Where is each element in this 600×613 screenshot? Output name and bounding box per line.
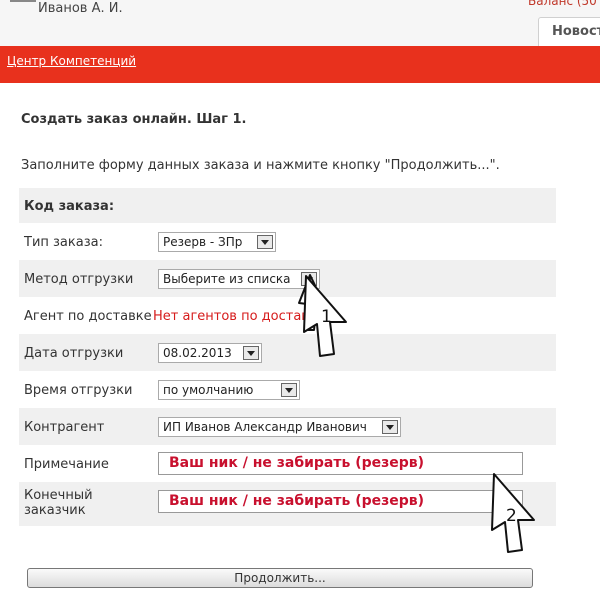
balance-link[interactable]: Баланс (50 (528, 0, 597, 8)
note-input[interactable]: Ваш ник / не забирать (резерв) (158, 452, 523, 475)
chevron-down-icon[interactable] (243, 346, 259, 360)
end-customer-label: Конечный заказчик (24, 488, 93, 518)
callout-2-label: 2 (506, 506, 517, 526)
nav-bar: Центр Компетенций (0, 46, 600, 83)
counterparty-value: ИП Иванов Александр Иванович (163, 420, 367, 434)
shipping-time-value: по умолчанию (163, 383, 254, 397)
shipping-date-value: 08.02.2013 (163, 346, 232, 360)
user-name: Иванов А. И. (38, 1, 123, 16)
section-header-row: Код заказа: (19, 188, 556, 223)
order-type-label: Тип заказа: (24, 235, 103, 250)
shipping-time-label: Время отгрузки (24, 383, 133, 398)
shipping-method-value: Выберите из списка (163, 272, 291, 286)
order-type-value: Резерв - ЗПр (163, 235, 243, 249)
shipping-method-label: Метод отгрузки (24, 272, 134, 287)
cursor-arrow-icon: 1 (303, 275, 347, 357)
counterparty-select[interactable]: ИП Иванов Александр Иванович (158, 417, 401, 437)
end-customer-row: Конечный заказчик Ваш ник / не забирать … (19, 482, 556, 526)
note-row: Примечание Ваш ник / не забирать (резерв… (19, 445, 556, 482)
chevron-down-icon[interactable] (257, 235, 273, 249)
order-type-select[interactable]: Резерв - ЗПр (158, 232, 276, 252)
cursor-arrow-icon: 2 (491, 473, 535, 553)
continue-button[interactable]: Продолжить... (27, 568, 533, 588)
section-title: Код заказа: (24, 199, 115, 214)
instruction-text: Заполните форму данных заказа и нажмите … (21, 158, 500, 173)
tab-news[interactable]: Новост (538, 17, 600, 46)
competence-center-link[interactable]: Центр Компетенций (7, 54, 136, 68)
user-avatar (10, 0, 36, 2)
note-label: Примечание (24, 457, 109, 472)
top-header: Иванов А. И. Баланс (50 Новост (0, 0, 600, 46)
chevron-down-icon[interactable] (382, 420, 398, 434)
shipping-date-select[interactable]: 08.02.2013 (158, 343, 262, 363)
shipping-time-select[interactable]: по умолчанию (158, 380, 300, 400)
page-title: Создать заказ онлайн. Шаг 1. (21, 112, 247, 127)
counterparty-label: Контрагент (24, 420, 105, 435)
shipping-time-row: Время отгрузки по умолчанию (19, 371, 556, 408)
shipping-date-label: Дата отгрузки (24, 346, 124, 361)
delivery-agent-label: Агент по доставке (24, 309, 152, 324)
end-customer-input[interactable]: Ваш ник / не забирать (резерв) (158, 490, 523, 513)
counterparty-row: Контрагент ИП Иванов Александр Иванович (19, 408, 556, 445)
callout-1-label: 1 (321, 307, 332, 327)
chevron-down-icon[interactable] (281, 383, 297, 397)
order-type-row: Тип заказа: Резерв - ЗПр (19, 223, 556, 260)
